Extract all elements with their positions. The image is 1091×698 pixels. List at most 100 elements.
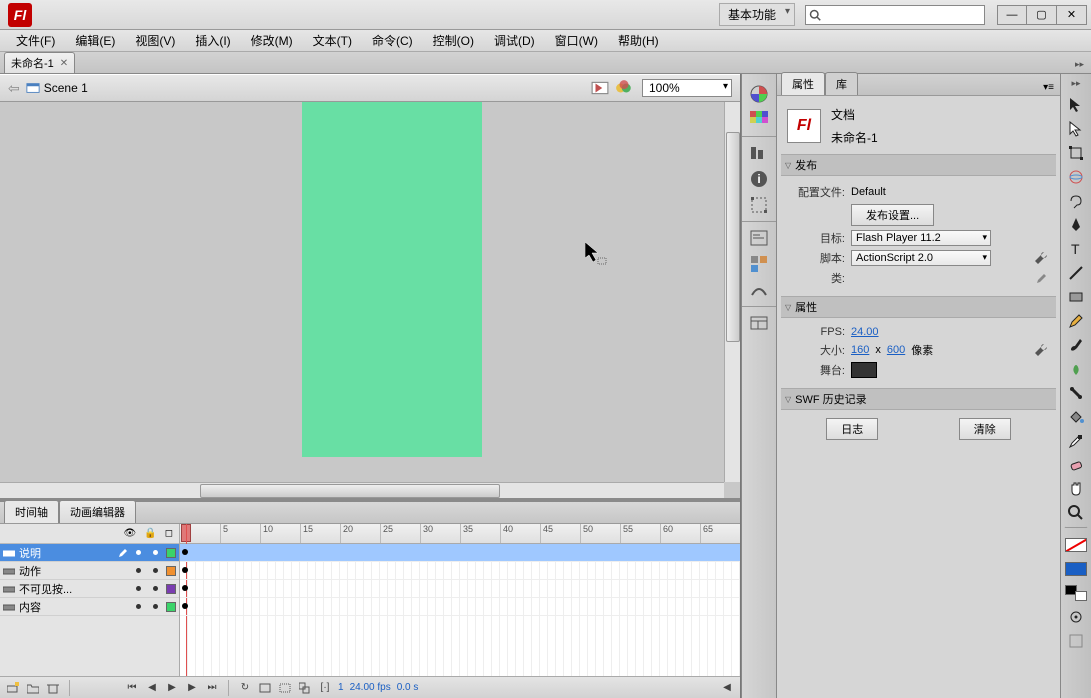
stage-viewport[interactable] [0,102,724,482]
close-button[interactable]: ✕ [1057,5,1087,25]
edit-class-icon[interactable] [1036,272,1048,284]
pencil-tool[interactable] [1064,310,1088,332]
next-frame-icon[interactable]: ▶ [185,681,199,695]
vis-dot[interactable] [136,568,141,573]
menu-text[interactable]: 文本(T) [303,30,362,51]
menu-edit[interactable]: 编辑(E) [65,30,125,51]
edit-scene-icon[interactable] [591,79,609,97]
horizontal-scrollbar[interactable] [0,482,724,498]
3d-rotation-tool[interactable] [1064,166,1088,188]
project-panel-icon[interactable] [749,313,769,333]
color-panel-icon[interactable] [749,84,769,104]
menu-control[interactable]: 控制(O) [423,30,484,51]
section-publish-header[interactable]: ▽发布 [781,154,1056,176]
eraser-tool[interactable] [1064,454,1088,476]
lock-dot[interactable] [153,586,158,591]
free-transform-tool[interactable] [1064,142,1088,164]
onion-skin-icon[interactable] [258,681,272,695]
last-frame-icon[interactable]: ⏭ [205,681,219,695]
components-panel-icon[interactable] [749,254,769,274]
vis-dot[interactable] [136,586,141,591]
bone-tool[interactable] [1064,382,1088,404]
vis-dot[interactable] [136,550,141,555]
layer-color[interactable] [166,566,176,576]
subselection-tool[interactable] [1064,118,1088,140]
close-tab-icon[interactable]: ✕ [60,58,68,69]
selection-tool[interactable] [1064,94,1088,116]
new-folder-icon[interactable] [26,681,40,695]
lock-dot[interactable] [153,604,158,609]
section-attrs-header[interactable]: ▽属性 [781,296,1056,318]
swatches-panel-icon[interactable] [749,110,769,130]
first-frame-icon[interactable]: ⏮ [125,681,139,695]
layer-color[interactable] [166,602,176,612]
edit-multiple-icon[interactable] [298,681,312,695]
layer-color[interactable] [166,548,176,558]
menu-view[interactable]: 视图(V) [125,30,185,51]
minimize-button[interactable]: — [997,5,1027,25]
pen-tool[interactable] [1064,214,1088,236]
visibility-icon[interactable]: 👁 [124,528,137,539]
stroke-color[interactable] [1064,534,1088,556]
snap-to-objects[interactable] [1064,606,1088,628]
back-icon[interactable]: ⇦ [8,80,20,97]
info-panel-icon[interactable]: i [749,169,769,189]
fps-value[interactable]: 24.00 [851,326,879,338]
scroll-right-icon[interactable]: ◀ [720,681,734,695]
tools-collapse-icon[interactable]: ▸▸ [1071,78,1080,89]
layer-row[interactable]: 不可见按... [0,580,179,598]
code-snippets-icon[interactable] [749,228,769,248]
align-panel-icon[interactable] [749,143,769,163]
current-frame[interactable]: 1 [338,682,344,693]
stage-canvas[interactable] [302,102,482,457]
width-value[interactable]: 160 [851,344,869,356]
clear-button[interactable]: 清除 [959,418,1011,440]
menu-help[interactable]: 帮助(H) [608,30,669,51]
eyedropper-tool[interactable] [1064,430,1088,452]
line-tool[interactable] [1064,262,1088,284]
script-select[interactable]: ActionScript 2.0 [851,250,991,266]
vertical-scrollbar[interactable] [724,102,740,482]
frames-area[interactable]: 5101520253035404550556065 [180,524,740,676]
lock-dot[interactable] [153,568,158,573]
delete-layer-icon[interactable] [46,681,60,695]
onion-outline-icon[interactable] [278,681,292,695]
height-value[interactable]: 600 [887,344,905,356]
menu-commands[interactable]: 命令(C) [362,30,423,51]
menu-debug[interactable]: 调试(D) [484,30,545,51]
paint-bucket-tool[interactable] [1064,406,1088,428]
stage-color-swatch[interactable] [851,362,877,378]
search-input[interactable] [824,9,981,21]
hscroll-thumb[interactable] [200,484,500,498]
text-tool[interactable]: T [1064,238,1088,260]
fps-display[interactable]: 24.00 fps [350,682,391,693]
publish-settings-button[interactable]: 发布设置... [851,204,934,226]
rectangle-tool[interactable] [1064,286,1088,308]
menu-modify[interactable]: 修改(M) [241,30,303,51]
play-icon[interactable]: ▶ [165,681,179,695]
size-wrench-icon[interactable] [1034,343,1048,357]
tab-library[interactable]: 库 [825,72,858,95]
tab-properties[interactable]: 属性 [781,72,825,95]
panel-menu-icon[interactable]: ▾≡ [1041,80,1056,95]
deco-tool[interactable] [1064,358,1088,380]
vis-dot[interactable] [136,604,141,609]
menu-insert[interactable]: 插入(I) [185,30,240,51]
section-history-header[interactable]: ▽SWF 历史记录 [781,388,1056,410]
layer-color[interactable] [166,584,176,594]
layer-row[interactable]: 动作 [0,562,179,580]
maximize-button[interactable]: ▢ [1027,5,1057,25]
wrench-icon[interactable] [1034,251,1048,265]
lasso-tool[interactable] [1064,190,1088,212]
help-search[interactable] [805,5,985,25]
document-tab[interactable]: 未命名-1 ✕ [4,52,75,73]
brush-tool[interactable] [1064,334,1088,356]
options-tool[interactable] [1064,630,1088,652]
hand-tool[interactable] [1064,478,1088,500]
transform-panel-icon[interactable] [749,195,769,215]
collapse-right-icon[interactable]: ▸▸ [1072,56,1087,73]
frame-ruler[interactable]: 5101520253035404550556065 [180,524,740,544]
menu-window[interactable]: 窗口(W) [545,30,608,51]
menu-file[interactable]: 文件(F) [6,30,65,51]
tab-motion-editor[interactable]: 动画编辑器 [59,500,136,523]
